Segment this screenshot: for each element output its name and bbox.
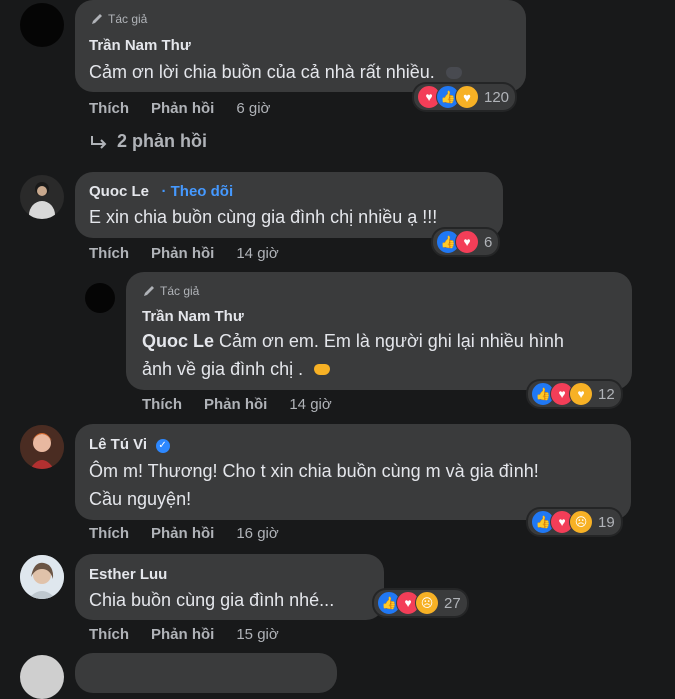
heart-emoji-icon: [445, 67, 462, 79]
comment-actions: Thích Phản hồi 14 giờ: [142, 396, 332, 413]
comment-thread: { "labels": { "like": "Thích", "reply": …: [0, 0, 675, 699]
commenter-name[interactable]: Lê Tú Vi: [89, 436, 147, 453]
sad-icon: ☹: [569, 510, 593, 534]
pen-icon: [92, 14, 102, 24]
commenter-name[interactable]: Trần Nam Thư: [142, 308, 244, 325]
comment-text: Ôm m! Thương! Cho t xin chia buồn cùng m…: [89, 461, 539, 509]
avatar[interactable]: [20, 3, 64, 47]
timestamp[interactable]: 16 giờ: [236, 525, 278, 542]
comment-actions: Thích Phản hồi 15 giờ: [89, 626, 279, 643]
reply-arrow-icon: [91, 135, 107, 149]
love-icon: ♥: [455, 230, 479, 254]
reply-button[interactable]: Phản hồi: [151, 525, 214, 542]
comment-text: Cảm ơn lời chia buồn của cả nhà rất nhiề…: [89, 58, 462, 86]
follow-link[interactable]: · Theo dõi: [161, 183, 233, 200]
care-icon: ♥: [569, 382, 593, 406]
comment-text: Chia buồn cùng gia đình nhé...: [89, 590, 335, 610]
mention-link[interactable]: Quoc Le: [142, 331, 214, 351]
reaction-summary[interactable]: 👍 ♥ ♥ 12: [528, 381, 621, 407]
comment-bubble: [75, 653, 337, 693]
comment-text: Quoc Le Cảm ơn em. Em là người ghi lại n…: [142, 331, 564, 379]
like-button[interactable]: Thích: [142, 396, 182, 413]
reply-button[interactable]: Phản hồi: [204, 396, 267, 413]
verified-badge-icon: ✓: [155, 438, 170, 453]
reaction-summary[interactable]: 👍 ♥ ☹ 19: [528, 509, 621, 535]
commenter-header: Lê Tú Vi ✓: [89, 436, 170, 454]
reaction-summary[interactable]: 👍 ♥ 6: [433, 229, 499, 255]
like-button[interactable]: Thích: [89, 525, 129, 542]
comment-actions: Thích Phản hồi 16 giờ: [89, 525, 279, 542]
commenter-name[interactable]: Trần Nam Thư: [89, 37, 191, 54]
commenter-name[interactable]: Esther Luu: [89, 566, 167, 583]
avatar[interactable]: [20, 175, 64, 219]
heart-hands-emoji-icon: [314, 364, 331, 375]
care-icon: ♥: [455, 85, 479, 109]
timestamp[interactable]: 15 giờ: [236, 626, 278, 643]
avatar[interactable]: [20, 425, 64, 469]
view-replies-button[interactable]: 2 phản hồi: [89, 131, 207, 152]
author-tag: Tác giả: [142, 284, 199, 298]
avatar[interactable]: [20, 655, 64, 699]
author-tag: Tác giả: [90, 12, 147, 26]
like-button[interactable]: Thích: [89, 100, 129, 117]
comment-actions: Thích Phản hồi 14 giờ: [89, 245, 279, 262]
timestamp[interactable]: 14 giờ: [289, 396, 331, 413]
avatar[interactable]: [85, 283, 115, 313]
reaction-summary[interactable]: 👍 ♥ ☹ 27: [374, 590, 467, 616]
pen-icon: [144, 286, 154, 296]
avatar[interactable]: [20, 555, 64, 599]
like-button[interactable]: Thích: [89, 245, 129, 262]
reply-button[interactable]: Phản hồi: [151, 245, 214, 262]
reaction-summary[interactable]: ♥ 👍 ♥ 120: [414, 84, 516, 110]
timestamp[interactable]: 14 giờ: [236, 245, 278, 262]
sad-icon: ☹: [415, 591, 439, 615]
comment-actions: Thích Phản hồi 6 giờ: [89, 100, 270, 117]
commenter-name[interactable]: Quoc Le: [89, 183, 149, 200]
timestamp[interactable]: 6 giờ: [236, 100, 270, 117]
commenter-header: Quoc Le · Theo dõi: [89, 183, 233, 201]
reply-button[interactable]: Phản hồi: [151, 100, 214, 117]
like-button[interactable]: Thích: [89, 626, 129, 643]
comment-text: E xin chia buồn cùng gia đình chị nhiều …: [89, 207, 438, 227]
reply-button[interactable]: Phản hồi: [151, 626, 214, 643]
